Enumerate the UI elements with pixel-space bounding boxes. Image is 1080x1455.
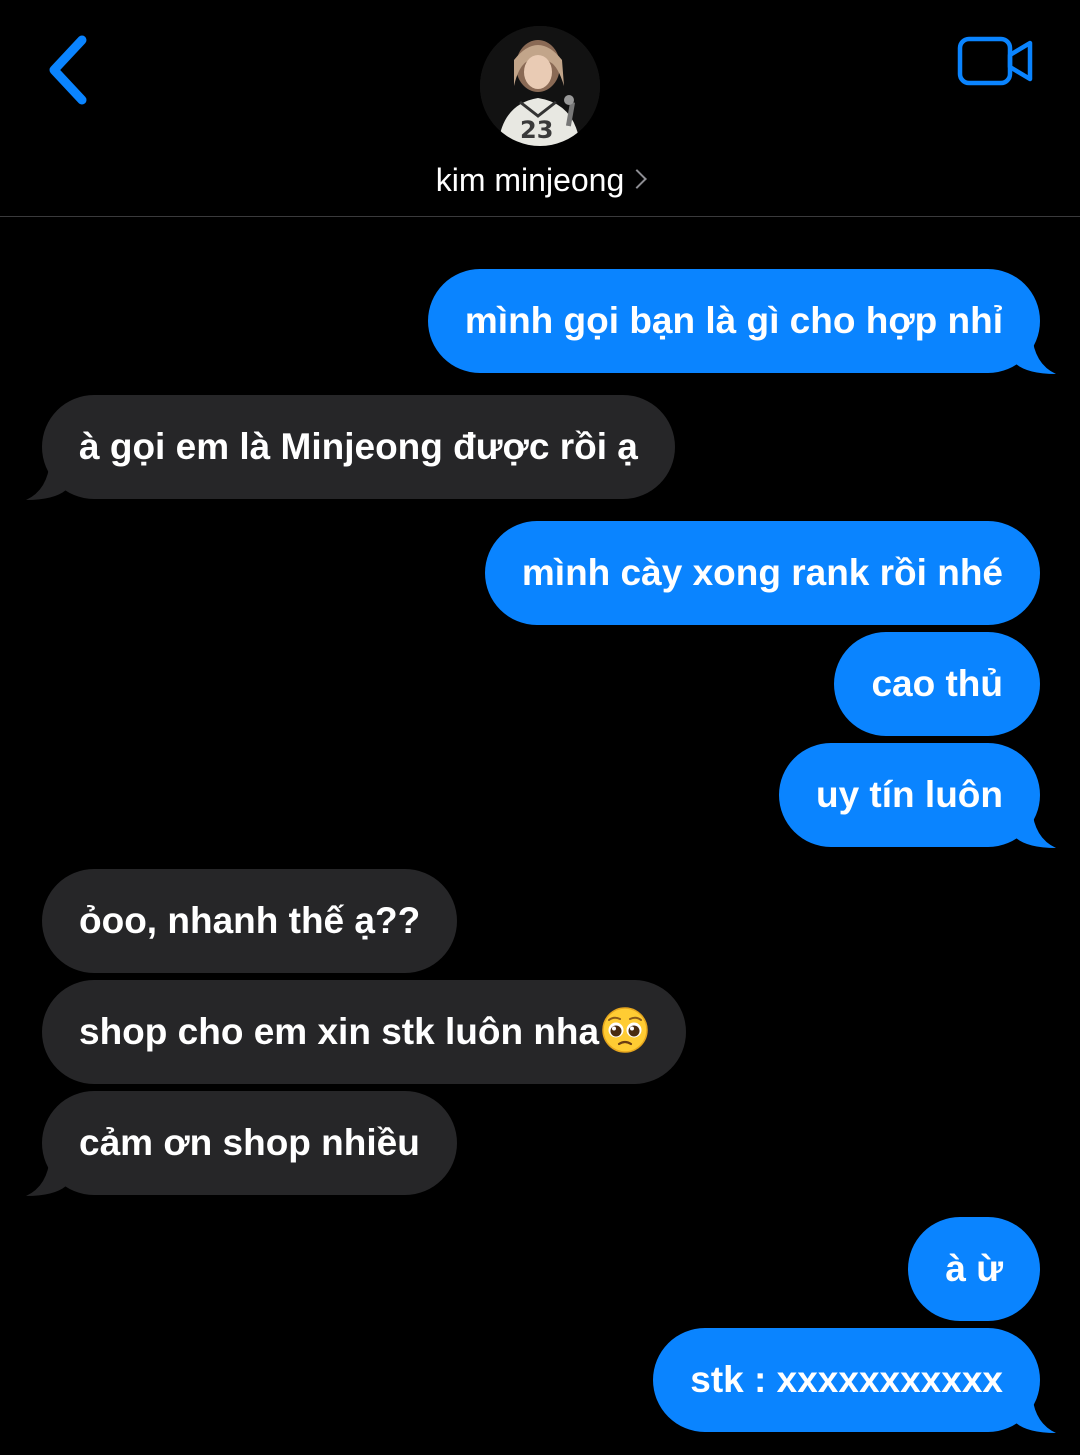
message-bubble-incoming[interactable]: shop cho em xin stk luôn nha [42, 980, 687, 1084]
message-bubble-incoming[interactable]: cảm ơn shop nhiều [26, 1091, 457, 1196]
pleading-face-emoji [602, 1007, 648, 1053]
message-text: shop cho em xin stk luôn nha [79, 1011, 600, 1052]
message-bubble-outgoing[interactable]: mình gọi bạn là gì cho hợp nhỉ [427, 269, 1056, 374]
message-bubble-outgoing[interactable]: stk : xxxxxxxxxxx [653, 1328, 1056, 1433]
bubble-tail [1016, 808, 1056, 848]
conversation-header: 23 kim minjeong [0, 0, 1080, 217]
message-bubble-incoming[interactable]: ỏoo, nhanh thế ạ?? [42, 869, 458, 973]
message-thread[interactable]: mình gọi bạn là gì cho hợp nhỉ à gọi em … [0, 216, 1080, 1455]
contact-avatar[interactable]: 23 [480, 26, 600, 146]
message-bubble-outgoing[interactable]: mình cày xong rank rồi nhé [484, 521, 1040, 625]
message-text: à ừ [945, 1248, 1003, 1289]
message-text: cảm ơn shop nhiều [79, 1122, 420, 1163]
message-text: ỏoo, nhanh thế ạ?? [79, 900, 421, 941]
back-button[interactable] [40, 30, 100, 110]
chevron-right-icon [627, 169, 648, 189]
message-bubble-incoming[interactable]: à gọi em là Minjeong được rồi ạ [26, 395, 675, 500]
contact-name-button[interactable]: kim minjeong [0, 162, 1080, 199]
message-text: mình cày xong rank rồi nhé [521, 552, 1003, 593]
bubble-tail [1016, 1393, 1056, 1433]
chevron-left-icon [49, 35, 87, 105]
message-bubble-outgoing[interactable]: cao thủ [834, 632, 1040, 736]
video-camera-icon [957, 36, 1033, 86]
message-text: cao thủ [871, 663, 1003, 704]
bubble-tail [1016, 334, 1056, 374]
message-text: à gọi em là Minjeong được rồi ạ [79, 426, 638, 467]
avatar-photo: 23 [480, 26, 600, 146]
message-text: mình gọi bạn là gì cho hợp nhỉ [464, 300, 1003, 341]
bubble-tail [26, 1156, 66, 1196]
message-bubble-outgoing[interactable]: à ừ [908, 1217, 1040, 1321]
facetime-video-button[interactable] [955, 34, 1037, 88]
bubble-tail [26, 460, 66, 500]
message-text: stk : xxxxxxxxxxx [690, 1359, 1003, 1400]
message-bubble-outgoing[interactable]: uy tín luôn [778, 743, 1056, 848]
message-text: uy tín luôn [815, 774, 1003, 815]
svg-text:23: 23 [520, 116, 553, 144]
contact-name: kim minjeong [435, 162, 625, 198]
